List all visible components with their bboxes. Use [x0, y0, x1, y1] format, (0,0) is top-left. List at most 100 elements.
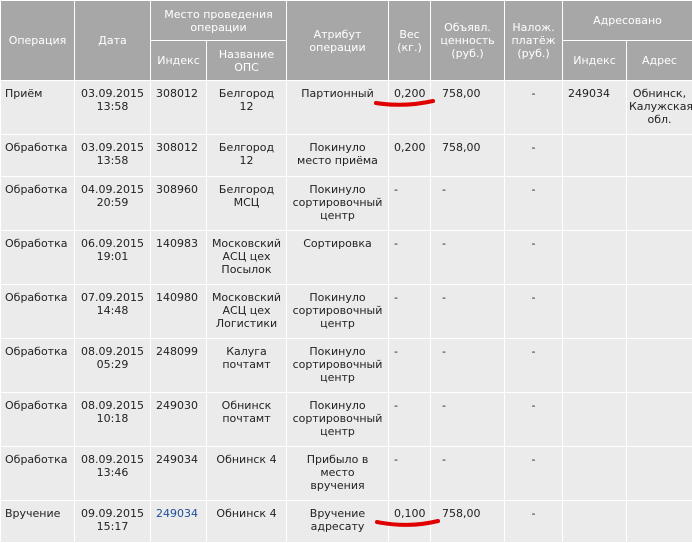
cell-attribute-text: Покинулосортировочныйцентр — [293, 183, 383, 222]
cell-declared-value-text: - — [442, 291, 446, 304]
index-link[interactable]: 249034 — [156, 507, 198, 520]
cell-date: 07.09.201514:48 — [75, 285, 151, 339]
header-declared-value: Объявл. ценность (руб.) — [431, 1, 505, 81]
cell-operation-text: Обработка — [5, 183, 67, 196]
cell-attribute: Вручениеадресату — [287, 501, 389, 543]
cell-weight: - — [389, 447, 431, 501]
cell-cod: - — [505, 339, 563, 393]
cell-address — [627, 339, 692, 393]
cell-date-text: 06.09.201519:01 — [81, 237, 144, 263]
cell-weight: 0,200 — [389, 135, 431, 177]
cell-weight-text: - — [394, 345, 398, 358]
cell-addr-index — [563, 285, 627, 339]
cell-ops-name-text: МосковскийАСЦ цехЛогистики — [212, 291, 281, 330]
table-row: Приём03.09.201513:58308012Белгород12Парт… — [1, 81, 692, 135]
header-address: Адрес — [627, 41, 692, 81]
cell-weight: - — [389, 231, 431, 285]
cell-declared-value-text: 758,00 — [442, 141, 481, 154]
cell-index-text: 249030 — [156, 399, 198, 412]
cell-date: 08.09.201513:46 — [75, 447, 151, 501]
cell-attribute: Покинулосортировочныйцентр — [287, 393, 389, 447]
cell-weight: 0,200 — [389, 81, 431, 135]
header-ops-name: Название ОПС — [207, 41, 287, 81]
cell-attribute: Покинуломесто приёма — [287, 135, 389, 177]
cell-addr-index — [563, 177, 627, 231]
table-row: Обработка 08.09.201505:29 248099Калугапочт… — [1, 339, 692, 393]
table-row: Обработка04.09.201520:59308960БелгородМС… — [1, 177, 692, 231]
cell-ops-name-text: Обнинск 4 — [216, 507, 276, 520]
cell-declared-value: 758,00 — [431, 81, 505, 135]
cell-ops-name: Белгород12 — [207, 81, 287, 135]
cell-declared-value-text: - — [442, 453, 446, 466]
cell-operation-text: Вручение — [5, 507, 60, 520]
cell-weight: 0,100 — [389, 501, 431, 543]
cell-date: 03.09.201513:58 — [75, 81, 151, 135]
cell-ops-name-text: Обнинскпочтамт — [222, 399, 272, 425]
cell-cod: - — [505, 135, 563, 177]
cell-cod-text: - — [532, 237, 536, 250]
cell-date: 08.09.201505:29 — [75, 339, 151, 393]
cell-attribute-text: Партионный — [301, 87, 374, 100]
header-place: Место проведения операции — [151, 1, 287, 41]
header-date: Дата — [75, 1, 151, 81]
cell-cod-text: - — [532, 453, 536, 466]
cell-declared-value-text: - — [442, 237, 446, 250]
table-row: Обработка 07.09.201514:48 140980 Московский… — [1, 285, 692, 339]
cell-weight-text: 0,200 — [394, 87, 426, 100]
cell-weight-text: - — [394, 453, 398, 466]
cell-date-text: 08.09.201505:29 — [81, 345, 144, 371]
cell-operation: Обработка — [1, 447, 75, 501]
cell-declared-value-text: 758,00 — [442, 507, 481, 520]
cell-attribute: Покинулосортировочныйцентр — [287, 177, 389, 231]
cell-index[interactable]: 249034 — [151, 501, 207, 543]
cell-date: 03.09.201513:58 — [75, 135, 151, 177]
cell-ops-name: МосковскийАСЦ цехЛогистики — [207, 285, 287, 339]
table-row: Вручение09.09.201515:17249034Обнинск 4Вр… — [1, 501, 692, 543]
cell-date: 04.09.201520:59 — [75, 177, 151, 231]
cell-address — [627, 501, 692, 543]
cell-addr-index-text: 249034 — [568, 87, 610, 100]
cell-addr-index: 249034 — [563, 81, 627, 135]
cell-cod-text: - — [532, 291, 536, 304]
cell-operation-text: Обработка — [5, 237, 67, 250]
cell-attribute: Партионный — [287, 81, 389, 135]
cell-ops-name-text: Обнинск 4 — [216, 453, 276, 466]
cell-weight: - — [389, 285, 431, 339]
cell-attribute: Покинулосортировочныйцентр — [287, 339, 389, 393]
cell-cod-text: - — [532, 183, 536, 196]
cell-declared-value-text: 758,00 — [442, 87, 481, 100]
cell-declared-value: - — [431, 231, 505, 285]
table-row: Обработка08.09.201513:46249034Обнинск 4П… — [1, 447, 692, 501]
cell-cod: - — [505, 231, 563, 285]
cell-ops-name-text: МосковскийАСЦ цехПосылок — [212, 237, 281, 276]
cell-attribute-text: Сортировка — [303, 237, 372, 250]
cell-declared-value: - — [431, 285, 505, 339]
cell-index: 249030 — [151, 393, 207, 447]
cell-date-text: 08.09.201513:46 — [81, 453, 144, 479]
header-index: Индекс — [151, 41, 207, 81]
cell-operation-text: Обработка — [5, 399, 67, 412]
cell-ops-name-text: БелгородМСЦ — [219, 183, 274, 209]
cell-attribute-text: Прибыло вместовручения — [307, 453, 369, 492]
cell-declared-value: - — [431, 447, 505, 501]
cell-address — [627, 231, 692, 285]
cell-ops-name: Калугапочтамт — [207, 339, 287, 393]
cell-index-text: 308012 — [156, 141, 198, 154]
cell-index: 248099 — [151, 339, 207, 393]
cell-cod: - — [505, 177, 563, 231]
cell-index-text: 140980 — [156, 291, 198, 304]
cell-operation: Обработка — [1, 135, 75, 177]
cell-date-text: 04.09.201520:59 — [81, 183, 144, 209]
cell-cod: - — [505, 393, 563, 447]
cell-declared-value: 758,00 — [431, 135, 505, 177]
cell-addr-index — [563, 339, 627, 393]
cell-operation-text: Обработка — [5, 345, 67, 358]
cell-operation: Вручение — [1, 501, 75, 543]
cell-ops-name-text: Белгород12 — [219, 141, 274, 167]
cell-operation-text: Обработка — [5, 291, 67, 304]
cell-addr-index — [563, 231, 627, 285]
cell-cod-text: - — [532, 507, 536, 520]
cell-date: 08.09.201510:18 — [75, 393, 151, 447]
cell-address — [627, 135, 692, 177]
cell-address: Обнинск,Калужскаяобл. — [627, 81, 692, 135]
